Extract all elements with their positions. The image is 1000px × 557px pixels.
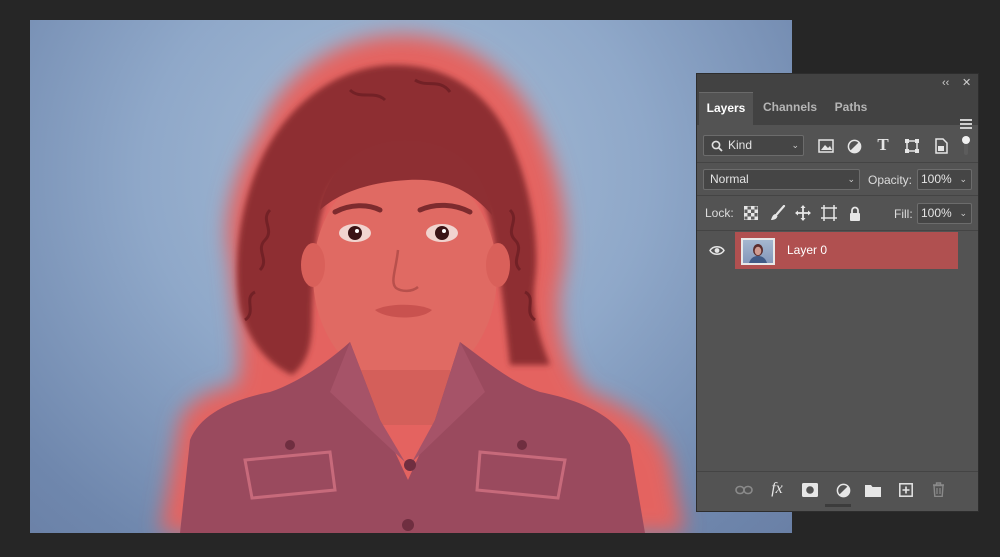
adjustment-filter-icon[interactable] — [845, 137, 863, 155]
type-filter-icon[interactable]: T — [874, 135, 892, 154]
image-filter-icon[interactable] — [817, 137, 835, 155]
shape-filter-icon[interactable] — [903, 137, 921, 155]
tab-channels[interactable]: Channels — [757, 92, 823, 125]
close-panel-button[interactable]: ✕ — [962, 76, 971, 90]
lock-all-icon[interactable] — [846, 204, 864, 222]
adjustment-layer-icon[interactable] — [834, 481, 852, 499]
chevron-down-icon: ⌄ — [847, 174, 855, 184]
layers-panel: ‹‹ ✕ Layers Channels Paths Kind ⌄ T Norm… — [696, 73, 979, 512]
filter-kind-select[interactable]: Kind ⌄ — [703, 135, 804, 156]
fill-label: Fill: — [894, 207, 913, 221]
link-layers-icon[interactable] — [734, 481, 754, 499]
add-mask-icon[interactable] — [801, 481, 819, 499]
fill-value: 100% — [921, 206, 952, 220]
layer-name[interactable]: Layer 0 — [787, 243, 827, 257]
lock-image-icon[interactable] — [769, 204, 787, 222]
smart-object-filter-icon[interactable] — [932, 137, 950, 155]
opacity-value: 100% — [921, 172, 952, 186]
panel-tabs: Layers Channels Paths — [697, 92, 978, 129]
new-group-icon[interactable] — [864, 481, 882, 499]
panel-resize-grip[interactable] — [825, 504, 851, 507]
layers-bottom-toolbar: fx — [697, 471, 978, 507]
collapse-panel-button[interactable]: ‹‹ — [942, 76, 949, 90]
blend-mode-value: Normal — [710, 172, 749, 186]
new-layer-icon[interactable] — [897, 481, 915, 499]
panel-title-bar: ‹‹ ✕ — [697, 74, 978, 92]
fx-icon[interactable]: fx — [766, 479, 788, 499]
photo-child-quick-mask — [160, 34, 685, 533]
tab-layers[interactable]: Layers — [699, 92, 753, 125]
opacity-label: Opacity: — [868, 173, 913, 187]
chevron-down-icon: ⌄ — [959, 174, 967, 184]
blend-row: Normal ⌄ Opacity: 100% ⌄ — [697, 163, 978, 195]
filter-toggle-switch[interactable] — [960, 135, 972, 157]
visibility-eye-icon[interactable] — [707, 242, 727, 258]
layer-item[interactable]: Layer 0 — [697, 232, 978, 269]
document-canvas[interactable] — [30, 20, 792, 533]
lock-position-icon[interactable] — [794, 204, 812, 222]
lock-artboard-icon[interactable] — [820, 204, 838, 222]
tab-paths[interactable]: Paths — [829, 92, 873, 125]
filter-row: Kind ⌄ T — [697, 125, 978, 161]
blend-mode-select[interactable]: Normal ⌄ — [703, 169, 860, 190]
opacity-input[interactable]: 100% ⌄ — [917, 169, 972, 190]
fill-input[interactable]: 100% ⌄ — [917, 203, 972, 224]
chevron-down-icon: ⌄ — [959, 208, 967, 218]
layer-thumbnail[interactable] — [741, 238, 775, 265]
lock-row: Lock: Fill: 100% ⌄ — [697, 196, 978, 230]
chevron-down-icon: ⌄ — [791, 140, 799, 150]
delete-layer-icon[interactable] — [929, 480, 947, 498]
lock-label: Lock: — [705, 206, 734, 220]
filter-kind-label: Kind — [728, 138, 753, 152]
lock-transparent-icon[interactable] — [742, 204, 760, 222]
search-icon — [711, 140, 723, 152]
